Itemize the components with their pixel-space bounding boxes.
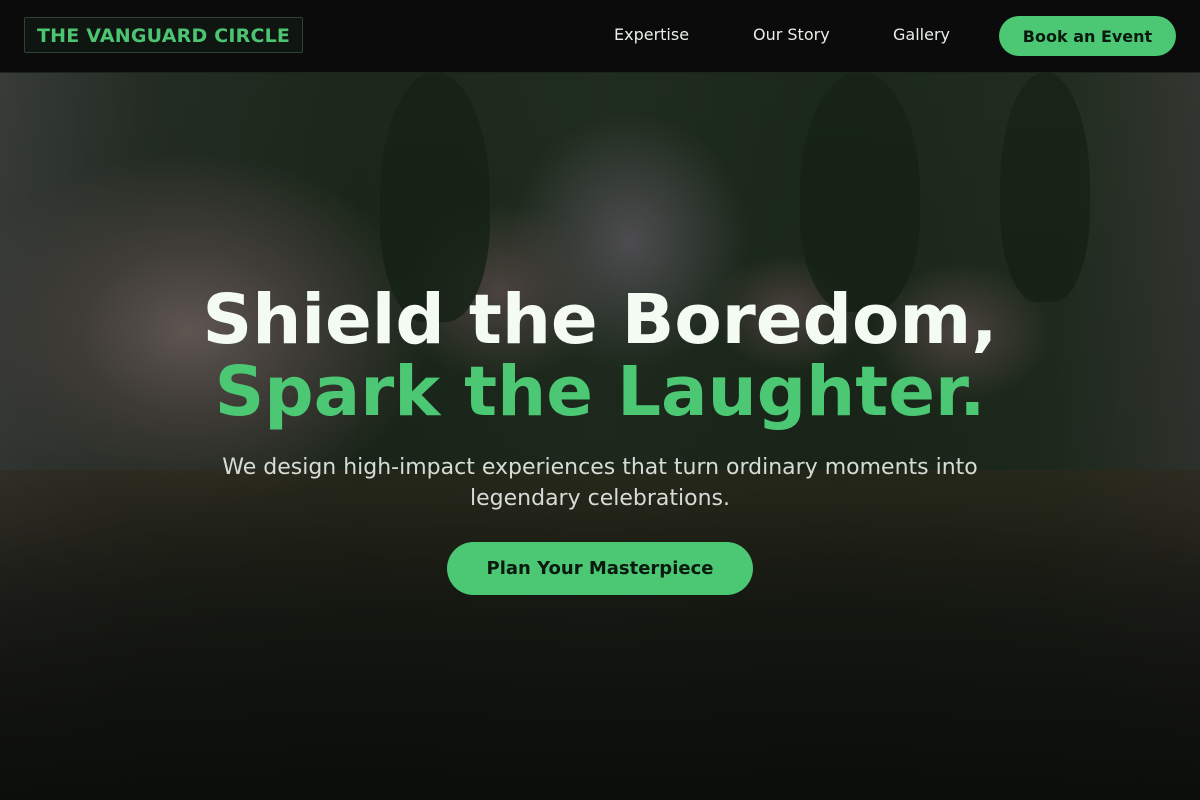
hero-subtitle: We design high-impact experiences that t… (222, 455, 978, 511)
hero-section: Shield the Boredom, Spark the Laughter. … (0, 72, 1200, 800)
hero-headline-line-2: Spark the Laughter. (214, 352, 986, 432)
nav-link-expertise[interactable]: Expertise (614, 24, 689, 46)
plan-masterpiece-button[interactable]: Plan Your Masterpiece (447, 542, 753, 595)
hero-headline-line-1: Shield the Boredom, (202, 280, 998, 360)
nav-link-our-story[interactable]: Our Story (753, 24, 830, 46)
hero-content: Shield the Boredom, Spark the Laughter. … (0, 72, 1200, 800)
top-navigation-bar: THE VANGUARD CIRCLE Expertise Our Story … (0, 0, 1200, 73)
book-event-button[interactable]: Book an Event (999, 16, 1176, 56)
nav-link-gallery[interactable]: Gallery (893, 24, 950, 46)
